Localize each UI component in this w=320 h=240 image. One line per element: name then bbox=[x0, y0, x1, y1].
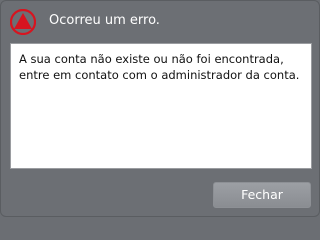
warning-triangle-icon bbox=[9, 8, 37, 36]
close-button[interactable]: Fechar bbox=[213, 182, 311, 208]
dialog-title: Ocorreu um erro. bbox=[49, 13, 160, 28]
error-message: A sua conta não existe ou não foi encont… bbox=[19, 52, 300, 82]
dialog-header: Ocorreu um erro. bbox=[1, 1, 319, 41]
error-dialog: Ocorreu um erro. A sua conta não existe … bbox=[0, 0, 320, 217]
message-box: A sua conta não existe ou não foi encont… bbox=[10, 43, 312, 169]
